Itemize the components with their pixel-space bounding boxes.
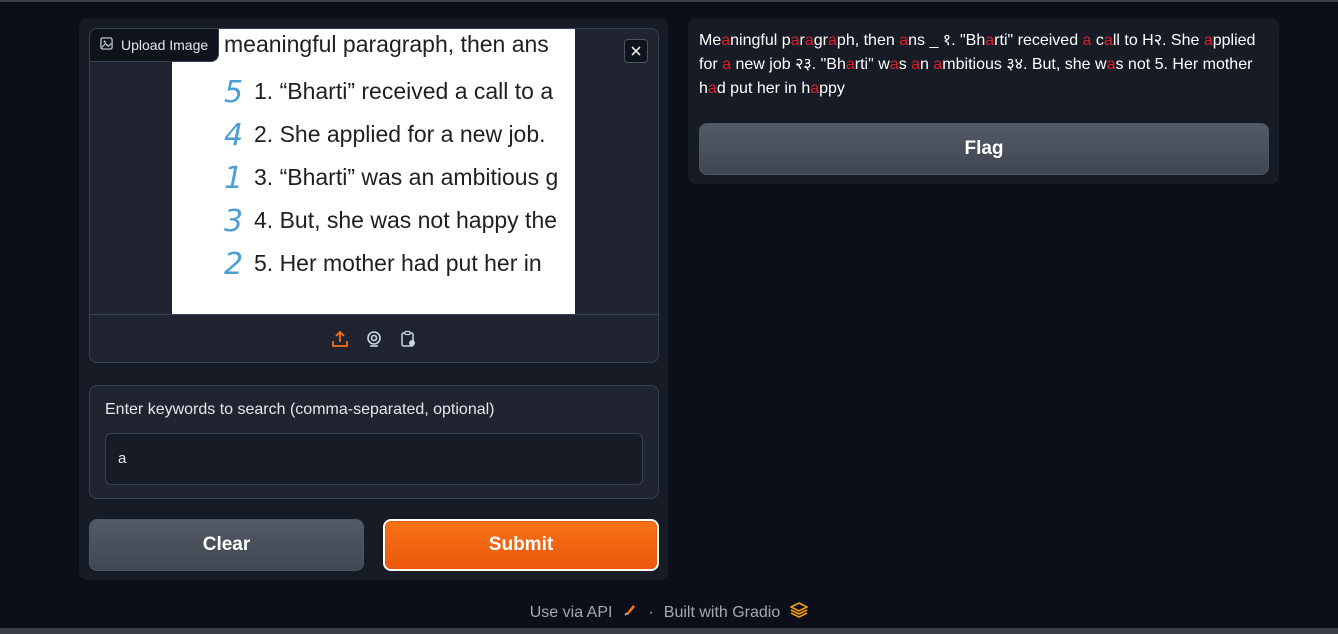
flag-button[interactable]: Flag [699,123,1269,175]
clipboard-icon[interactable] [398,329,418,349]
output-segment: n [920,56,934,73]
highlight-match: a [985,32,995,49]
output-segment: c [1091,32,1104,49]
output-segment: mbitious ३४. But, she w [942,56,1107,73]
output-segment: ns _ १. "Bh [908,32,986,49]
highlight-match: a [804,32,814,49]
highlight-match: a [722,56,732,73]
upload-icon[interactable] [330,329,350,349]
gradio-logo-icon [789,602,810,623]
preview-mark: 1 [224,161,244,196]
highlight-match: a [1203,32,1213,49]
keyword-label: Enter keywords to search (comma-separate… [105,401,495,418]
highlight-match: a [845,56,855,73]
footer: Use via API · Built with Gradio [0,602,1338,623]
output-segment: ph, then [836,32,900,49]
image-icon [100,37,113,53]
output-segment: ningful p [730,32,791,49]
highlight-match: a [828,32,837,49]
image-preview: meaningful paragraph, then ans 5 1. “Bha… [172,29,575,314]
input-panel: Upload Image meaningful paragraph, then … [79,18,668,580]
output-panel: Meaningful paragraph, then ans _ १. "Bha… [688,18,1279,184]
highlight-match: a [889,56,899,73]
preview-heading: meaningful paragraph, then ans [224,31,549,57]
footer-separator: · [648,603,654,621]
image-toolbar [90,314,658,362]
close-icon[interactable] [624,39,648,63]
image-upload[interactable]: Upload Image meaningful paragraph, then … [89,28,659,363]
highlighted-output: Meaningful paragraph, then ans _ १. "Bha… [699,29,1271,101]
output-segment: new job २३. "Bh [731,56,846,73]
preview-mark: 2 [224,247,244,282]
webcam-icon[interactable] [364,329,384,349]
image-label-text: Upload Image [121,37,209,53]
submit-button[interactable]: Submit [383,519,659,571]
preview-line: 1. “Bharti” received a call to a [254,78,554,104]
output-segment: rti" received [994,32,1083,49]
highlight-match: a [810,80,820,97]
highlight-match: a [933,56,943,73]
output-segment: s [898,56,912,73]
highlight-match: a [721,32,731,49]
output-segment: d put her in h [716,80,811,97]
clear-button[interactable]: Clear [89,519,364,571]
preview-mark: 3 [224,204,244,239]
keyword-input[interactable]: a [105,433,643,485]
bottom-edge [0,628,1338,634]
preview-line: 3. “Bharti” was an ambitious g [254,164,559,190]
output-segment: Me [699,32,722,49]
output-segment: rti" w [854,56,890,73]
highlight-match: a [707,80,717,97]
highlight-match: a [899,32,909,49]
highlight-match: a [1103,32,1113,49]
highlight-match: a [790,32,800,49]
gradio-link[interactable]: Built with Gradio [664,604,781,622]
image-label: Upload Image [90,29,220,62]
preview-line: 4. But, she was not happy the [254,207,558,233]
preview-mark: 5 [224,75,244,110]
rocket-icon [622,602,638,623]
api-link[interactable]: Use via API [530,604,613,622]
output-segment: gr [813,32,829,49]
preview-line: 2. She applied for a new job. [254,121,546,147]
keyword-field-group: Enter keywords to search (comma-separate… [89,385,659,499]
output-segment: ppy [819,80,845,97]
preview-line: 5. Her mother had put her in [254,250,542,276]
output-segment: ll to H२. She [1112,32,1204,49]
highlight-match: a [911,56,921,73]
preview-mark: 4 [224,118,244,153]
